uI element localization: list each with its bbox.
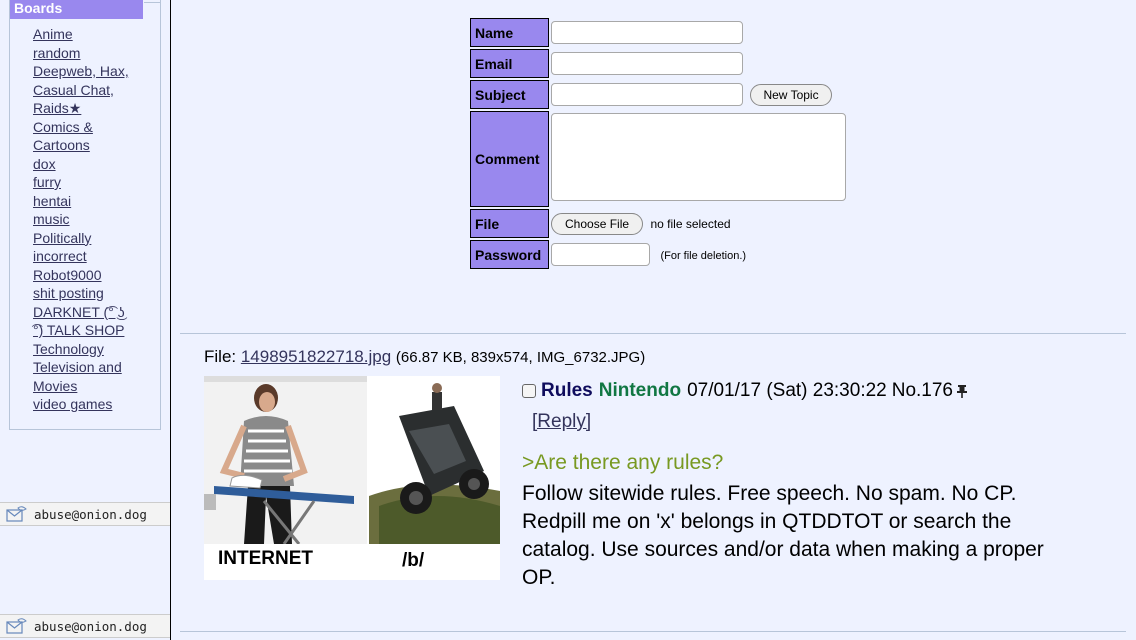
board-link[interactable]: Raids★: [33, 100, 81, 116]
board-list-item: Robot9000: [33, 266, 151, 285]
post-subject: Rules: [541, 380, 593, 401]
password-label: Password: [470, 240, 549, 269]
board-link[interactable]: music: [33, 211, 70, 227]
file-meta: (66.87 KB, 839x574, IMG_6732.JPG): [395, 349, 646, 366]
file-link[interactable]: 1498951822718.jpg: [241, 347, 391, 366]
no-file-text: no file selected: [650, 216, 731, 231]
boards-panel: Boards Anime random Deepweb, Hax, Casual Ch…: [9, 0, 161, 430]
abuse-email-text: abuse@onion.dog: [34, 618, 147, 634]
file-info: File: 1498951822718.jpg (66.87 KB, 839x5…: [204, 347, 645, 367]
email-icon: [6, 618, 27, 634]
board-link[interactable]: furry: [33, 174, 61, 190]
board-list-item: music: [33, 210, 151, 229]
board-list-item: Television and: [33, 358, 151, 377]
board-link[interactable]: hentai: [33, 193, 71, 209]
board-list-item: Movies: [33, 377, 151, 396]
password-field[interactable]: [551, 243, 650, 266]
board-link[interactable]: incorrect: [33, 248, 87, 264]
post-datetime: 07/01/17 (Sat) 23:30:22: [687, 380, 887, 401]
comment-label: Comment: [470, 111, 549, 207]
sidebar: Boards Anime random Deepweb, Hax, Casual Ch…: [0, 0, 171, 640]
board-list-item: furry: [33, 173, 151, 192]
pin-icon: [957, 385, 968, 398]
reply-link[interactable]: [Reply]: [532, 411, 591, 433]
board-list-item: DARKNET (͡° ͜ʖ: [33, 303, 151, 322]
post-header: Rules Nintendo 07/01/17 (Sat) 23:30:22 N…: [522, 380, 968, 402]
name-field[interactable]: [551, 21, 743, 44]
password-note: (For file deletion.): [660, 250, 747, 262]
board-list-item: Raids★: [33, 99, 151, 118]
choose-file-button[interactable]: Choose File: [551, 212, 644, 235]
board-list-item: incorrect: [33, 247, 151, 266]
board-link[interactable]: random: [33, 45, 80, 61]
email-label: Email: [470, 49, 549, 78]
post-select-checkbox[interactable]: [522, 384, 536, 398]
board-link[interactable]: Anime: [33, 26, 73, 42]
post-number[interactable]: No.176: [892, 380, 953, 402]
board-link[interactable]: ͡°) TALK SHOP: [33, 322, 124, 338]
board-list-item: ͡°) TALK SHOP: [33, 321, 151, 340]
board-link[interactable]: Technology: [33, 341, 104, 357]
board-link[interactable]: Television and: [33, 359, 122, 375]
name-label: Name: [470, 18, 549, 47]
board-list-item: video games: [33, 395, 151, 414]
board-link[interactable]: video games: [33, 396, 112, 412]
board-list-item: hentai: [33, 192, 151, 211]
subject-field[interactable]: [551, 83, 743, 106]
boards-header-divider: [144, 2, 161, 3]
board-list-item: shit posting: [33, 284, 151, 303]
board-link[interactable]: Comics &: [33, 119, 93, 135]
thumbnail-caption-left: INTERNET: [218, 548, 313, 569]
board-list-item: Anime: [33, 25, 151, 44]
boards-header: Boards: [10, 0, 143, 19]
post-thumbnail[interactable]: INTERNET /b/: [204, 376, 500, 580]
board-list-item: Politically: [33, 229, 151, 248]
board-link[interactable]: Robot9000: [33, 267, 102, 283]
file-prefix: File:: [204, 347, 241, 366]
poster-name: Nintendo: [598, 380, 682, 401]
board-link[interactable]: Movies: [33, 378, 77, 394]
board-list-item: random: [33, 44, 151, 63]
thumbnail-caption-right: /b/: [402, 550, 425, 571]
greentext-quote: >Are there any rules?: [522, 451, 724, 474]
file-label: File: [470, 209, 549, 238]
board-list-item: Deepweb, Hax,: [33, 62, 151, 81]
board-list-item: dox: [33, 155, 151, 174]
board-link[interactable]: Deepweb, Hax,: [33, 63, 129, 79]
abuse-email-text: abuse@onion.dog: [34, 506, 147, 522]
abuse-contact-badge[interactable]: abuse@onion.dog: [0, 614, 170, 638]
email-icon: [6, 506, 27, 522]
divider: [180, 333, 1126, 334]
board-list-item: Casual Chat,: [33, 81, 151, 100]
board-list: Anime random Deepweb, Hax, Casual Chat, Raid…: [33, 25, 151, 414]
board-link[interactable]: DARKNET (͡° ͜ʖ: [33, 304, 125, 320]
divider: [180, 631, 1126, 632]
email-field[interactable]: [551, 52, 743, 75]
board-link[interactable]: Cartoons: [33, 137, 90, 153]
subject-label: Subject: [470, 80, 549, 109]
new-topic-button[interactable]: New Topic: [750, 84, 832, 106]
post-form: Name Email Subject New Topic Comment Fil…: [468, 16, 848, 271]
board-link[interactable]: Politically: [33, 230, 91, 246]
board-list-item: Comics &: [33, 118, 151, 137]
board-list-item: Technology: [33, 340, 151, 359]
post-body: Follow sitewide rules. Free speech. No s…: [522, 482, 1044, 589]
board-link[interactable]: shit posting: [33, 285, 104, 301]
comment-textarea[interactable]: [551, 112, 846, 201]
board-list-item: Cartoons: [33, 136, 151, 155]
board-link[interactable]: dox: [33, 156, 56, 172]
board-link[interactable]: Casual Chat,: [33, 82, 114, 98]
abuse-contact-badge[interactable]: abuse@onion.dog: [0, 502, 170, 526]
